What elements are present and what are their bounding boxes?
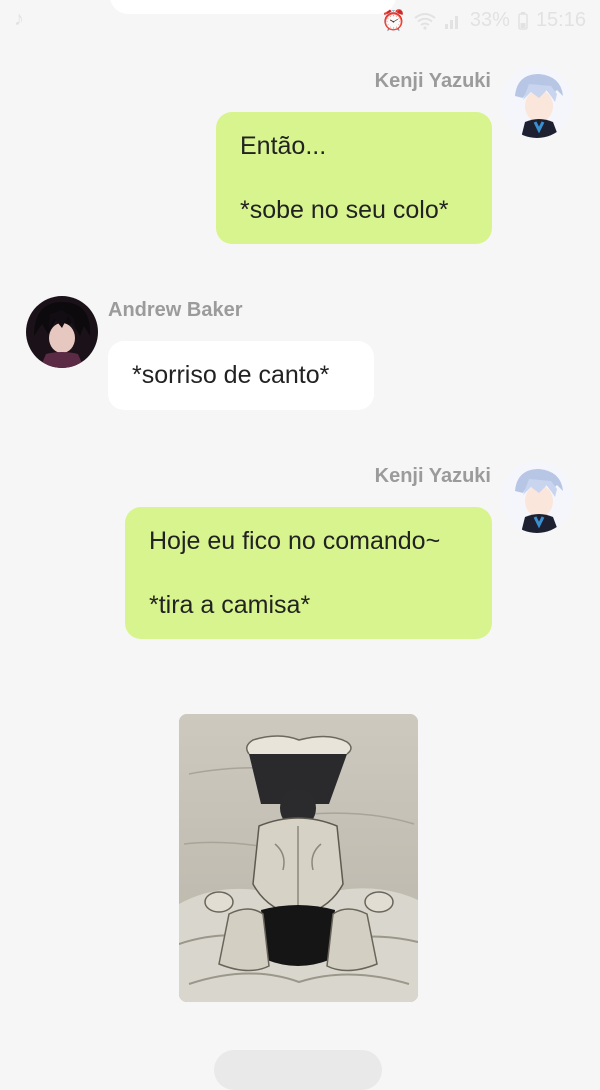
avatar-andrew[interactable] bbox=[26, 296, 98, 368]
previous-message-bubble bbox=[110, 0, 396, 14]
sender-name: Andrew Baker bbox=[108, 299, 243, 321]
next-message-bubble bbox=[214, 1050, 382, 1090]
message-bubble-outgoing[interactable]: Hoje eu fico no comando~ *tira a camisa* bbox=[125, 507, 492, 639]
sender-name: Kenji Yazuki bbox=[374, 465, 491, 487]
message-bubble-incoming[interactable]: *sorriso de canto* bbox=[108, 341, 374, 410]
message-text: *sobe no seu colo* bbox=[240, 196, 449, 224]
message-text: Hoje eu fico no comando~ bbox=[149, 527, 441, 555]
avatar-kenji[interactable] bbox=[501, 66, 573, 138]
tiktok-icon: ♪ bbox=[14, 8, 24, 30]
battery-icon bbox=[518, 11, 528, 30]
battery-percent: 33% bbox=[469, 9, 510, 31]
signal-icon bbox=[444, 15, 458, 29]
clock: 15:16 bbox=[535, 9, 586, 31]
message-text: Então... bbox=[240, 132, 327, 160]
status-icons: ⏰ 33% 15:16 bbox=[381, 8, 586, 33]
sender-name: Kenji Yazuki bbox=[374, 70, 491, 92]
message-text: *sorriso de canto* bbox=[132, 361, 330, 389]
message-bubble-outgoing[interactable]: Então... *sobe no seu colo* bbox=[216, 112, 492, 244]
wifi-icon bbox=[414, 12, 436, 30]
message-text: *tira a camisa* bbox=[149, 591, 311, 619]
avatar-kenji[interactable] bbox=[501, 461, 573, 533]
back-view-figure-image[interactable] bbox=[179, 714, 418, 1002]
